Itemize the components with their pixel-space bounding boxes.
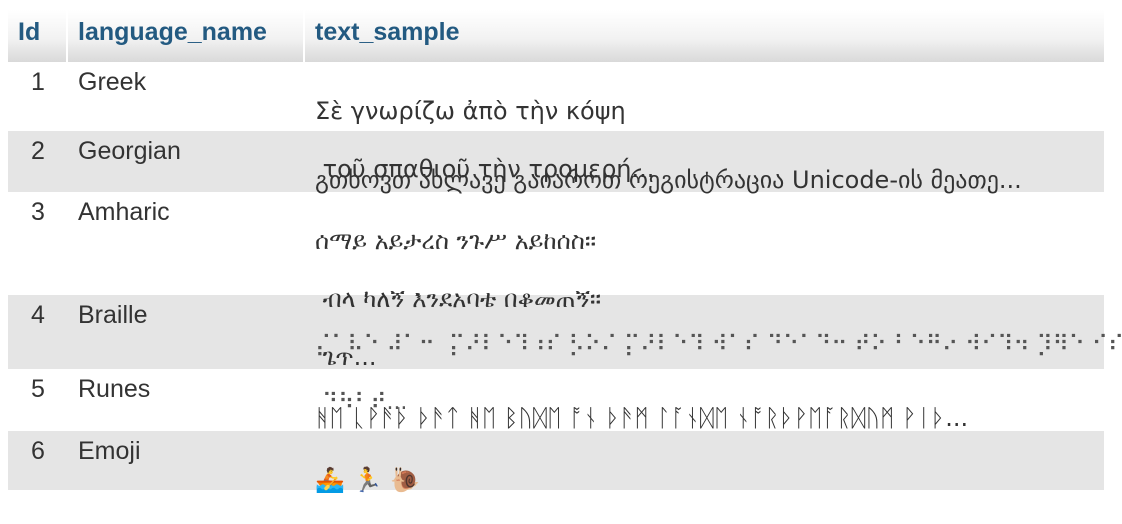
table-row[interactable]: 1 Greek Σὲ γνωρίζω ἀπὸ τὴν κόψη τοῦ σπαθ… <box>8 62 1104 183</box>
column-header-language-name[interactable]: language_name <box>68 10 305 62</box>
row-text-sample: Σὲ γνωρίζω ἀπὸ τὴν κόψη τοῦ σπαθιοῦ τὴν … <box>305 62 1104 183</box>
text-line: Σὲ γνωρίζω ἀπὸ τὴν κόψη <box>315 97 626 125</box>
row-language-name: Georgian <box>78 137 181 165</box>
row-id: 1 <box>31 68 45 96</box>
row-language-name: Greek <box>78 68 147 96</box>
table-row[interactable]: 3 Amharic ሰማይ አይታረስ ንጉሥ አይከሰስ። ብላ ካለኝ እን… <box>8 192 1104 371</box>
row-language-name: Emoji <box>78 437 141 465</box>
row-id: 3 <box>31 198 45 226</box>
text-line: ᚻᛖ ᚳᚹᚫᚦ ᚦᚫᛏ ᚻᛖ ᛒᚢᛞᛖ ᚩᚾ ᚦᚫᛗ ᛚᚪᚾᛞᛖ ᚾᚩᚱᚦᚹᛖᚪ… <box>315 404 969 432</box>
table-row[interactable]: 4 Braille ⡌⠁⠧⠑ ⠼⠁⠒ ⡍⠜⠇⠑⠹⠰⠎ ⡣⠕⠌ ⡍⠜⠇⠑⠹ ⠺⠁⠎… <box>8 295 1122 415</box>
text-line: 🚣 🏃 🐌 <box>315 466 420 494</box>
row-text-sample: ᚻᛖ ᚳᚹᚫᚦ ᚦᚫᛏ ᚻᛖ ᛒᚢᛞᛖ ᚩᚾ ᚦᚫᛗ ᛚᚪᚾᛞᛖ ᚾᚩᚱᚦᚹᛖᚪ… <box>305 369 1104 432</box>
table-row[interactable]: 2 Georgian გთხოვთ ახლავე გაიაროთ რეგისტრ… <box>8 131 1104 194</box>
row-language-name: Braille <box>78 301 148 329</box>
results-table: Id language_name text_sample 1 Greek Σὲ … <box>8 10 1122 494</box>
row-text-sample: გთხოვთ ახლავე გაიაროთ რეგისტრაცია Unicod… <box>305 131 1104 194</box>
text-line: ⡌⠁⠧⠑ ⠼⠁⠒ ⡍⠜⠇⠑⠹⠰⠎ ⡣⠕⠌ ⡍⠜⠇⠑⠹ ⠺⠁⠎ ⠙⠑⠁⠙⠒ ⠞⠕ … <box>315 332 1122 357</box>
table-row[interactable]: 6 Emoji 🚣 🏃 🐌 <box>8 430 1104 494</box>
table-row[interactable]: 5 Runes ᚻᛖ ᚳᚹᚫᚦ ᚦᚫᛏ ᚻᛖ ᛒᚢᛞᛖ ᚩᚾ ᚦᚫᛗ ᛚᚪᚾᛞᛖ… <box>8 369 1104 432</box>
text-line: ሰማይ አይታረስ ንጉሥ አይከሰስ። <box>315 227 597 255</box>
row-id: 4 <box>31 301 45 329</box>
row-text-sample: ⡌⠁⠧⠑ ⠼⠁⠒ ⡍⠜⠇⠑⠹⠰⠎ ⡣⠕⠌ ⡍⠜⠇⠑⠹ ⠺⠁⠎ ⠙⠑⠁⠙⠒ ⠞⠕ … <box>305 295 1122 415</box>
text-line: გთხოვთ ახლავე გაიაროთ რეგისტრაცია Unicod… <box>315 166 1022 194</box>
row-id: 6 <box>31 437 45 465</box>
column-header-text-sample[interactable]: text_sample <box>305 10 1104 62</box>
row-language-name: Amharic <box>78 198 170 226</box>
row-text-sample: 🚣 🏃 🐌 <box>305 431 1104 494</box>
row-text-sample: ሰማይ አይታረስ ንጉሥ አይከሰስ። ብላ ካለኝ እንደአባቴ በቆመጠኝ… <box>305 192 1104 371</box>
row-language-name: Runes <box>78 375 151 403</box>
row-id: 5 <box>31 375 45 403</box>
row-id: 2 <box>31 137 45 165</box>
table-header-row: Id language_name text_sample <box>8 10 1104 62</box>
column-header-id[interactable]: Id <box>8 10 68 62</box>
